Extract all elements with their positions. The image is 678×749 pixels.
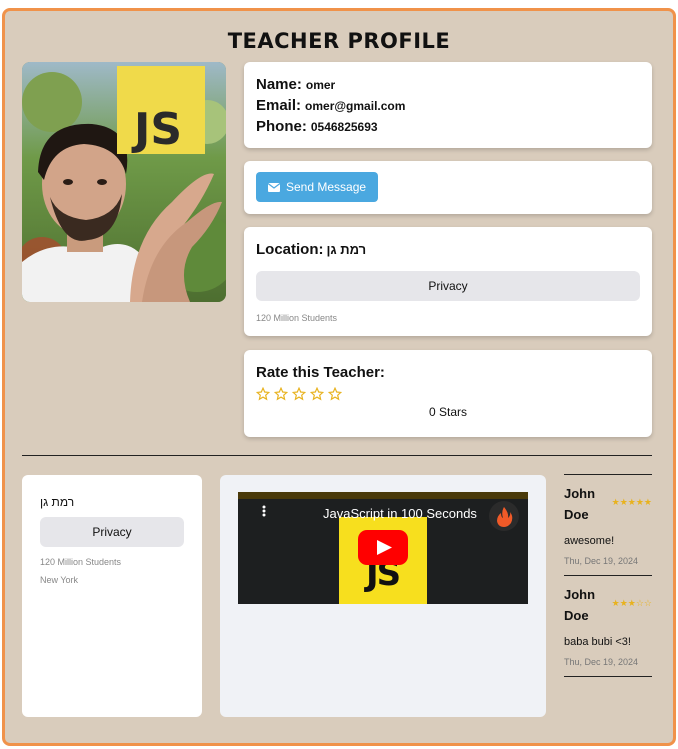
- star-icon[interactable]: [328, 387, 342, 401]
- review-item: John Doe ★★★☆☆ baba bubi <3! Thu, Dec 19…: [564, 576, 652, 676]
- privacy-button[interactable]: Privacy: [256, 271, 640, 301]
- name-value: omer: [305, 78, 336, 92]
- star-icon[interactable]: [292, 387, 306, 401]
- students-count: 120 Million Students: [256, 313, 338, 323]
- rating-card: Rate this Teacher: 0 Stars: [244, 350, 652, 437]
- rate-label: Rate this Teacher:: [256, 364, 385, 381]
- reviewer-name: John Doe: [564, 587, 596, 623]
- stars-count: 0 Stars: [428, 405, 467, 419]
- email-label: Email:: [256, 97, 302, 114]
- side-privacy-button[interactable]: Privacy: [40, 517, 184, 547]
- star-icon[interactable]: [256, 387, 270, 401]
- send-message-label: Send Message: [286, 180, 367, 194]
- phone-value: 0546825693: [310, 120, 378, 134]
- play-button-icon[interactable]: [358, 530, 408, 565]
- review-stars: ★★★★★: [611, 497, 652, 507]
- channel-avatar-icon[interactable]: [489, 501, 519, 531]
- side-info-card: רמת גן Privacy 120 Million Students New …: [22, 475, 202, 717]
- review-stars: ★★★☆☆: [611, 598, 652, 608]
- review-text: awesome!: [564, 535, 615, 547]
- video-topbar: [238, 492, 528, 499]
- review-text: baba bubi <3!: [564, 636, 631, 648]
- side-students-count: 120 Million Students: [40, 557, 122, 567]
- review-divider: [564, 676, 652, 677]
- star-icon[interactable]: [274, 387, 288, 401]
- phone-label: Phone:: [256, 118, 307, 135]
- email-value: omer@gmail.com: [305, 99, 406, 113]
- reviewer-name: John Doe: [564, 486, 596, 522]
- review-item: John Doe ★★★★★ awesome! Thu, Dec 19, 202…: [564, 475, 652, 575]
- location-card: Location: רמת גן Privacy 120 Million Stud…: [244, 227, 652, 336]
- star-rating-input: [256, 387, 640, 401]
- section-divider: [22, 455, 652, 456]
- send-message-button[interactable]: Send Message: [256, 172, 379, 202]
- contact-card: Name: omer Email: omer@gmail.com Phone: 054…: [244, 62, 652, 148]
- video-player[interactable]: JS JavaScript in 100 Seconds: [238, 492, 528, 604]
- teacher-photo: JS: [22, 62, 226, 302]
- name-label: Name:: [256, 76, 302, 93]
- location-value: רמת גן: [326, 242, 367, 257]
- review-date: Thu, Dec 19, 2024: [564, 556, 639, 566]
- video-title[interactable]: JavaScript in 100 Seconds: [323, 506, 477, 521]
- reviews-list: John Doe ★★★★★ awesome! Thu, Dec 19, 202…: [564, 474, 652, 677]
- location-label: Location:: [256, 241, 324, 258]
- js-badge-text: JS: [131, 104, 182, 155]
- star-icon[interactable]: [310, 387, 324, 401]
- page-title: Teacher Profile: [227, 29, 451, 53]
- more-options-icon[interactable]: [262, 505, 266, 517]
- envelope-icon: [268, 182, 280, 192]
- review-date: Thu, Dec 19, 2024: [564, 657, 639, 667]
- side-location: רמת גן: [40, 495, 75, 509]
- video-card: JS JavaScript in 100 Seconds: [220, 475, 546, 717]
- message-card: Send Message: [244, 161, 652, 214]
- side-city: New York: [40, 575, 79, 585]
